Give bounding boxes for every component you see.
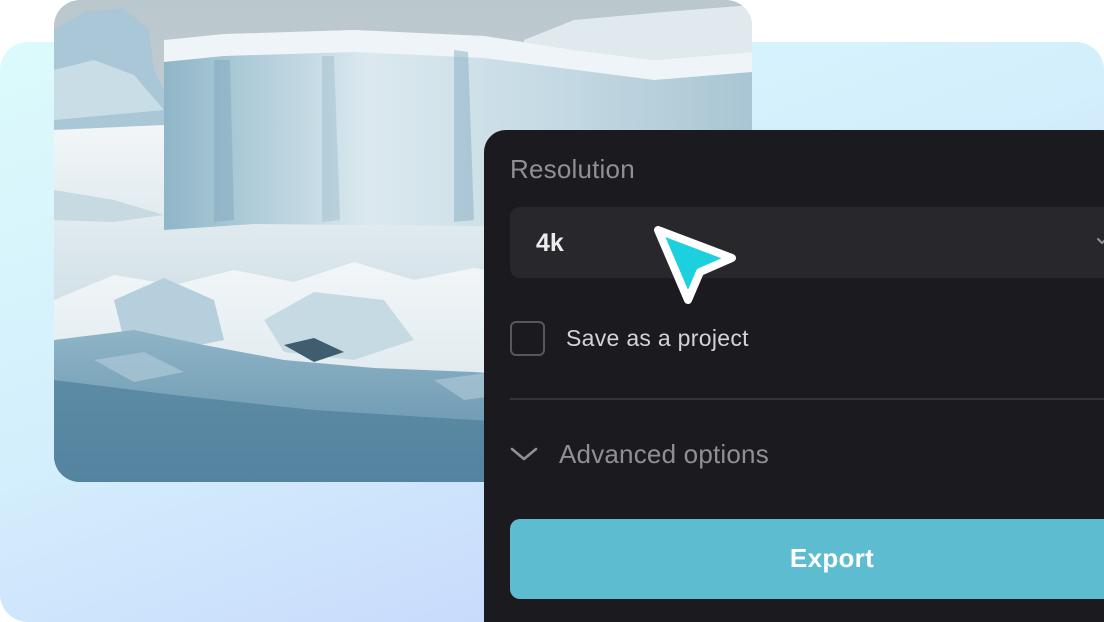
promo-stage: Resolution 4k Save as a project Advanced… bbox=[0, 0, 1104, 622]
chevron-down-icon bbox=[510, 447, 538, 461]
advanced-options-label: Advanced options bbox=[559, 438, 769, 469]
export-button[interactable]: Export bbox=[510, 519, 1104, 599]
export-button-label: Export bbox=[789, 543, 875, 573]
divider bbox=[510, 398, 1104, 400]
advanced-options-toggle[interactable]: Advanced options bbox=[510, 434, 769, 474]
resolution-value: 4k bbox=[536, 229, 564, 257]
cursor-arrow-icon bbox=[646, 218, 746, 310]
save-project-label: Save as a project bbox=[566, 324, 749, 351]
export-settings-panel: Resolution 4k Save as a project Advanced… bbox=[484, 130, 1104, 622]
resolution-select[interactable]: 4k bbox=[510, 207, 1104, 278]
resolution-label: Resolution bbox=[510, 154, 635, 184]
chevron-down-icon bbox=[1096, 234, 1104, 246]
save-project-option[interactable]: Save as a project bbox=[510, 318, 749, 358]
save-project-checkbox[interactable] bbox=[510, 320, 545, 356]
